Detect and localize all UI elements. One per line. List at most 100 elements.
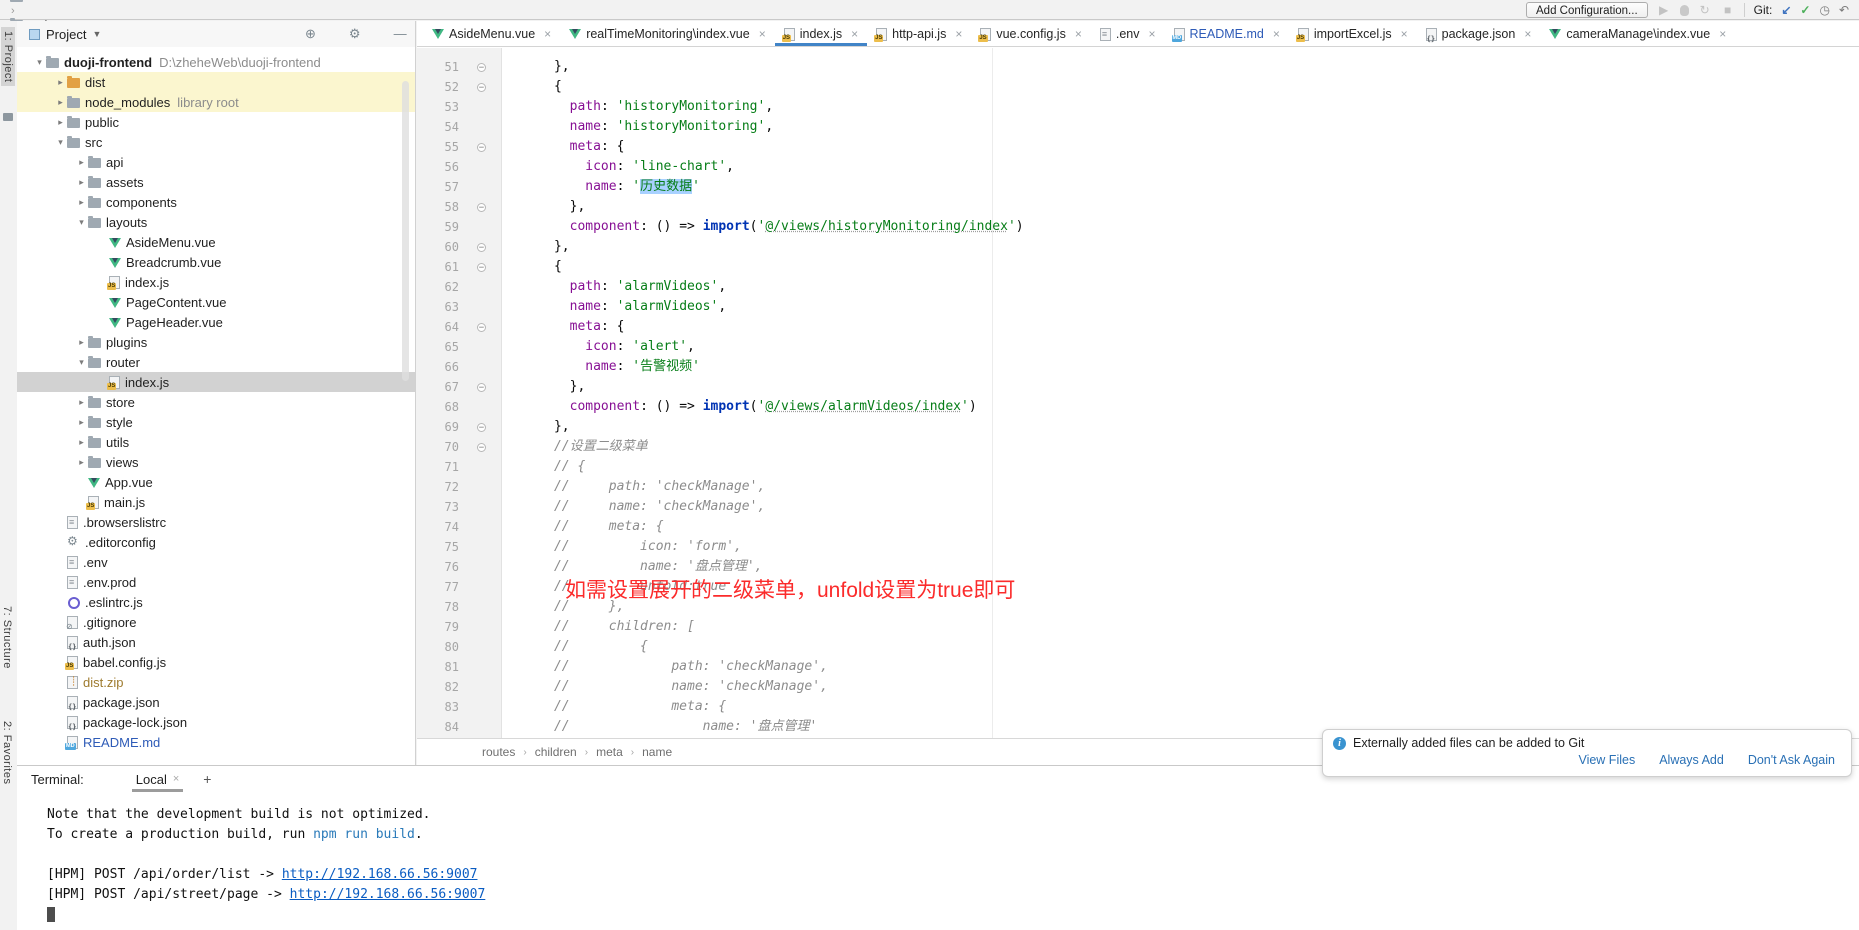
- tree-item-public[interactable]: ▸public: [17, 112, 415, 132]
- close-icon[interactable]: ×: [1524, 27, 1531, 41]
- debug-icon[interactable]: [1680, 5, 1689, 16]
- add-configuration-button[interactable]: Add Configuration...: [1526, 2, 1648, 18]
- editor-tab-http-api.js[interactable]: http-api.js×: [867, 21, 971, 46]
- project-tree-scrollbar[interactable]: [402, 81, 409, 381]
- editor-tab-README.md[interactable]: README.md×: [1165, 21, 1289, 46]
- chevron-collapsed-icon[interactable]: ▸: [75, 417, 88, 428]
- coverage-icon[interactable]: ↻: [1698, 3, 1712, 17]
- fold-marker-icon[interactable]: −: [477, 63, 486, 72]
- tree-item-plugins[interactable]: ▸plugins: [17, 332, 415, 352]
- tree-item-.env.prod[interactable]: .env.prod: [17, 572, 415, 592]
- tool-window-project-button[interactable]: 1: Project: [1, 27, 15, 86]
- tree-item-dist.zip[interactable]: dist.zip: [17, 672, 415, 692]
- close-icon[interactable]: ×: [1075, 27, 1082, 41]
- tree-item-package.json[interactable]: package.json: [17, 692, 415, 712]
- chevron-collapsed-icon[interactable]: ▸: [75, 337, 88, 348]
- tree-item-src[interactable]: ▾src: [17, 132, 415, 152]
- chevron-expanded-icon[interactable]: ▾: [75, 217, 88, 228]
- tree-item-assets[interactable]: ▸assets: [17, 172, 415, 192]
- tree-item-router[interactable]: ▾router: [17, 352, 415, 372]
- tree-item-PageHeader.vue[interactable]: PageHeader.vue: [17, 312, 415, 332]
- editor-tab-importExcel.js[interactable]: importExcel.js×: [1289, 21, 1417, 46]
- tree-item-.browserslistrc[interactable]: .browserslistrc: [17, 512, 415, 532]
- terminal-url-link[interactable]: http://192.168.66.56:9007: [290, 887, 486, 902]
- close-icon[interactable]: ×: [1273, 27, 1280, 41]
- fold-marker-icon[interactable]: −: [477, 443, 486, 452]
- close-icon[interactable]: ×: [544, 27, 551, 41]
- close-icon[interactable]: ×: [173, 773, 179, 785]
- tree-item-store[interactable]: ▸store: [17, 392, 415, 412]
- close-icon[interactable]: ×: [955, 27, 962, 41]
- editor-breadcrumb-meta[interactable]: meta: [596, 745, 623, 759]
- tree-item-main.js[interactable]: main.js: [17, 492, 415, 512]
- tool-window-structure-button[interactable]: 7: Structure: [1, 606, 13, 669]
- tree-item-.env[interactable]: .env: [17, 552, 415, 572]
- close-icon[interactable]: ×: [1148, 27, 1155, 41]
- close-icon[interactable]: ×: [851, 27, 858, 41]
- code-editor[interactable]: 51− },52− {53 path: 'historyMonitoring',…: [417, 48, 1859, 738]
- settings-icon[interactable]: ⚙: [349, 26, 361, 42]
- tree-item-index.js[interactable]: index.js: [17, 272, 415, 292]
- tree-item-utils[interactable]: ▸utils: [17, 432, 415, 452]
- tree-item-views[interactable]: ▸views: [17, 452, 415, 472]
- terminal-tab-local[interactable]: Local ×: [130, 766, 186, 792]
- tree-item-api[interactable]: ▸api: [17, 152, 415, 172]
- fold-marker-icon[interactable]: −: [477, 263, 486, 272]
- close-icon[interactable]: ×: [1401, 27, 1408, 41]
- notification-action-view-files[interactable]: View Files: [1578, 753, 1635, 767]
- git-commit-icon[interactable]: ✓: [1800, 3, 1810, 17]
- tree-item-.eslintrc.js[interactable]: .eslintrc.js: [17, 592, 415, 612]
- fold-marker-icon[interactable]: −: [477, 423, 486, 432]
- tree-item-Breadcrumb.vue[interactable]: Breadcrumb.vue: [17, 252, 415, 272]
- chevron-expanded-icon[interactable]: ▾: [33, 57, 46, 68]
- chevron-collapsed-icon[interactable]: ▸: [75, 197, 88, 208]
- tree-item-style[interactable]: ▸style: [17, 412, 415, 432]
- tree-item-dist[interactable]: ▸dist: [17, 72, 415, 92]
- editor-breadcrumb-name[interactable]: name: [642, 745, 672, 759]
- hide-panel-icon[interactable]: —: [394, 26, 407, 42]
- chevron-collapsed-icon[interactable]: ▸: [75, 397, 88, 408]
- editor-tab-cameraManage\index.vue[interactable]: cameraManage\index.vue×: [1540, 21, 1735, 46]
- fold-marker-icon[interactable]: −: [477, 143, 486, 152]
- breadcrumb-item-src[interactable]: src: [10, 0, 108, 3]
- editor-tab-package.json[interactable]: package.json×: [1417, 21, 1541, 46]
- editor-tab-realTimeMonitoring\index.vue[interactable]: realTimeMonitoring\index.vue×: [560, 21, 775, 46]
- git-history-icon[interactable]: ◷: [1819, 3, 1829, 17]
- chevron-collapsed-icon[interactable]: ▸: [54, 97, 67, 108]
- tree-item-index.js[interactable]: index.js: [17, 372, 415, 392]
- fold-marker-icon[interactable]: −: [477, 203, 486, 212]
- notification-action-always-add[interactable]: Always Add: [1659, 753, 1724, 767]
- fold-marker-icon[interactable]: −: [477, 323, 486, 332]
- close-icon[interactable]: ×: [1719, 27, 1726, 41]
- chevron-collapsed-icon[interactable]: ▸: [54, 77, 67, 88]
- terminal-output[interactable]: Note that the development build is not o…: [17, 793, 1859, 930]
- close-icon[interactable]: ×: [759, 27, 766, 41]
- tree-item-README.md[interactable]: README.md: [17, 732, 415, 752]
- chevron-collapsed-icon[interactable]: ▸: [75, 157, 88, 168]
- locate-file-icon[interactable]: ⊕: [305, 26, 316, 42]
- chevron-collapsed-icon[interactable]: ▸: [54, 117, 67, 128]
- notification-action-don-t-ask-again[interactable]: Don't Ask Again: [1748, 753, 1835, 767]
- new-terminal-tab-button[interactable]: +: [203, 771, 211, 787]
- tree-item-node_modules[interactable]: ▸node_moduleslibrary root: [17, 92, 415, 112]
- fold-marker-icon[interactable]: −: [477, 383, 486, 392]
- editor-tab-AsideMenu.vue[interactable]: AsideMenu.vue×: [423, 21, 560, 46]
- git-update-icon[interactable]: ↙: [1781, 3, 1791, 17]
- tree-item-duoji-frontend[interactable]: ▾duoji-frontendD:\zheheWeb\duoji-fronten…: [17, 52, 415, 72]
- tree-item-AsideMenu.vue[interactable]: AsideMenu.vue: [17, 232, 415, 252]
- tree-item-components[interactable]: ▸components: [17, 192, 415, 212]
- chevron-collapsed-icon[interactable]: ▸: [75, 177, 88, 188]
- chevron-expanded-icon[interactable]: ▾: [54, 137, 67, 148]
- editor-tab-.env[interactable]: .env×: [1091, 21, 1165, 46]
- tree-item-layouts[interactable]: ▾layouts: [17, 212, 415, 232]
- chevron-collapsed-icon[interactable]: ▸: [75, 437, 88, 448]
- editor-tab-index.js[interactable]: index.js×: [775, 21, 867, 46]
- chevron-collapsed-icon[interactable]: ▸: [75, 457, 88, 468]
- tree-item-.editorconfig[interactable]: .editorconfig: [17, 532, 415, 552]
- editor-breadcrumb-children[interactable]: children: [535, 745, 577, 759]
- stop-icon[interactable]: ■: [1721, 3, 1735, 17]
- tree-item-App.vue[interactable]: App.vue: [17, 472, 415, 492]
- tree-item-auth.json[interactable]: auth.json: [17, 632, 415, 652]
- fold-marker-icon[interactable]: −: [477, 83, 486, 92]
- editor-breadcrumb-routes[interactable]: routes: [482, 745, 515, 759]
